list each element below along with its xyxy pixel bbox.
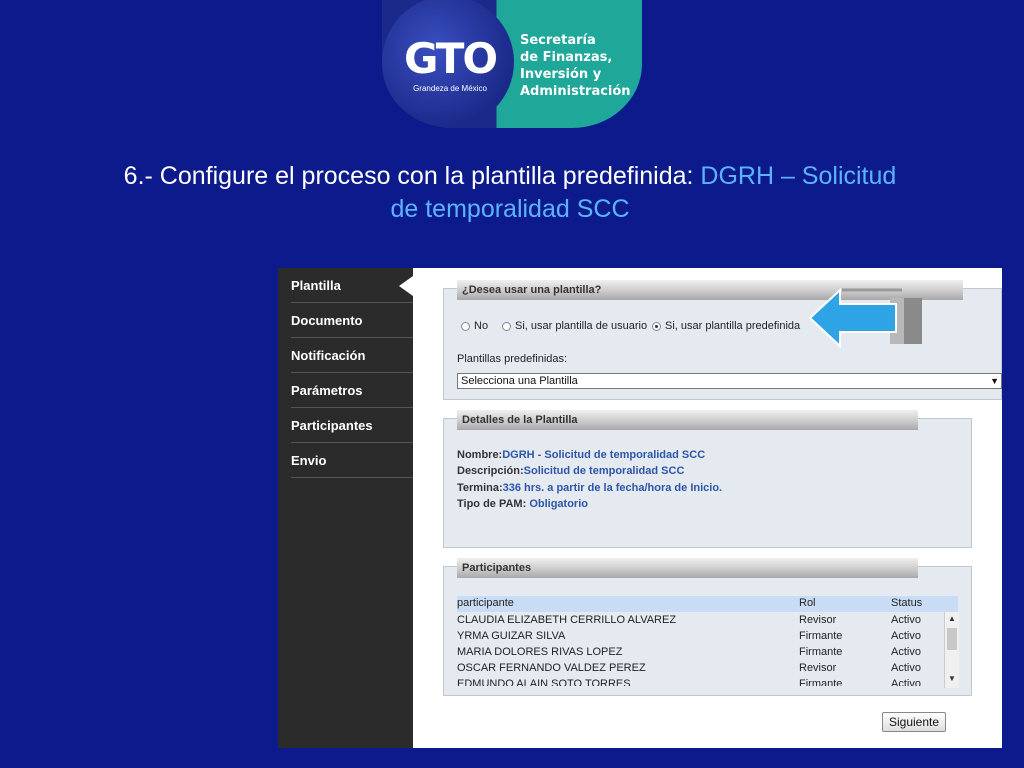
logo-org-line: Administración: [520, 84, 631, 99]
option-predefined-template[interactable]: Si, usar plantilla predefinida: [652, 320, 800, 332]
participant-role: Revisor: [799, 614, 837, 626]
left-arrow-icon: [808, 287, 922, 349]
sidebar-item-participantes[interactable]: Participantes: [291, 408, 413, 443]
detail-label: Nombre:: [457, 449, 503, 461]
sidebar-item-label: Envio: [291, 453, 327, 468]
wizard-sidebar: Plantilla Documento Notificación Parámet…: [278, 268, 413, 748]
logo-org-line: de Finanzas,: [520, 50, 613, 65]
slide-heading: 6.- Configure el proceso con la plantill…: [40, 160, 980, 226]
sidebar-item-envio[interactable]: Envio: [291, 443, 413, 478]
detail-value: Solicitud de temporalidad SCC: [523, 465, 685, 477]
logo-brand: GTO: [403, 34, 498, 83]
app-screenshot: Plantilla Documento Notificación Parámet…: [278, 268, 1002, 748]
radio-predefined-template[interactable]: [652, 321, 661, 331]
participant-role: Firmante: [799, 678, 843, 686]
participants-table-header: participante Rol Status: [457, 596, 958, 612]
table-row[interactable]: YRMA GUIZAR SILVA Firmante Activo: [457, 630, 937, 646]
table-row[interactable]: CLAUDIA ELIZABETH CERRILLO ALVAREZ Revis…: [457, 614, 937, 630]
detail-descripcion: Descripción:Solicitud de temporalidad SC…: [457, 465, 684, 477]
option-no[interactable]: No: [461, 320, 488, 332]
sidebar-item-documento[interactable]: Documento: [291, 303, 413, 338]
sidebar-item-label: Documento: [291, 313, 363, 328]
participants-scrollbar[interactable]: ▲ ▼: [944, 612, 959, 688]
scroll-up-icon[interactable]: ▲: [948, 614, 956, 623]
participant-role: Firmante: [799, 646, 843, 658]
logo-tagline: Grandeza de México: [413, 84, 487, 93]
participant-status: Activo: [891, 630, 921, 642]
detail-label: Descripción:: [457, 465, 524, 477]
participant-name: OSCAR FERNANDO VALDEZ PEREZ: [457, 662, 646, 674]
logo-org-name: Secretaría de Finanzas, Inversión y Admi…: [520, 32, 638, 100]
detail-nombre: Nombre:DGRH - Solicitud de temporalidad …: [457, 449, 705, 461]
participants-panel-title: Participantes: [457, 558, 918, 578]
sidebar-item-label: Parámetros: [291, 383, 363, 398]
select-label: Plantillas predefinidas:: [457, 353, 568, 365]
logo-org-line: Secretaría: [520, 33, 596, 48]
participant-name: MARIA DOLORES RIVAS LOPEZ: [457, 646, 623, 658]
option-user-template[interactable]: Si, usar plantilla de usuario: [502, 320, 647, 332]
radio-no[interactable]: [461, 321, 470, 331]
participant-name: YRMA GUIZAR SILVA: [457, 630, 566, 642]
participant-status: Activo: [891, 646, 921, 658]
table-row[interactable]: EDMUNDO ALAIN SOTO TORRES Firmante Activ…: [457, 678, 937, 686]
participant-name: CLAUDIA ELIZABETH CERRILLO ALVAREZ: [457, 614, 677, 626]
active-indicator: [399, 276, 413, 296]
participant-status: Activo: [891, 614, 921, 626]
sidebar-item-plantilla[interactable]: Plantilla: [291, 268, 413, 303]
detail-tipo-pam: Tipo de PAM: Obligatorio: [457, 498, 588, 510]
participant-status: Activo: [891, 662, 921, 674]
scroll-down-icon[interactable]: ▼: [948, 674, 956, 683]
participant-name: EDMUNDO ALAIN SOTO TORRES: [457, 678, 631, 686]
secretaria-logo: GTO Grandeza de México Secretaría de Fin…: [382, 0, 642, 128]
detail-label: Tipo de PAM:: [457, 498, 530, 510]
chevron-down-icon: ▼: [990, 376, 999, 386]
table-row[interactable]: OSCAR FERNANDO VALDEZ PEREZ Revisor Acti…: [457, 662, 937, 678]
heading-highlight-line2: de temporalidad SCC: [390, 195, 630, 223]
participant-role: Firmante: [799, 630, 843, 642]
sidebar-item-notificacion[interactable]: Notificación: [291, 338, 413, 373]
detail-termina: Termina:336 hrs. a partir de la fecha/ho…: [457, 482, 722, 494]
detail-value: DGRH - Solicitud de temporalidad SCC: [502, 449, 706, 461]
details-panel-title: Detalles de la Plantilla: [457, 410, 918, 430]
option-label: No: [474, 320, 489, 332]
detail-value: Obligatorio: [529, 498, 588, 510]
sidebar-item-label: Participantes: [291, 418, 373, 433]
select-value: Selecciona una Plantilla: [461, 375, 578, 387]
detail-label: Termina:: [457, 482, 503, 494]
radio-user-template[interactable]: [502, 321, 511, 331]
column-participante: participante: [457, 597, 514, 609]
option-label: Si, usar plantilla predefinida: [665, 320, 801, 332]
detail-value: 336 hrs. a partir de la fecha/hora de In…: [502, 482, 723, 494]
heading-prefix: 6.- Configure el proceso con la plantill…: [123, 162, 701, 190]
heading-highlight: DGRH – Solicitud: [700, 162, 897, 190]
option-label: Si, usar plantilla de usuario: [515, 320, 648, 332]
logo-org-line: Inversión y: [520, 67, 602, 82]
participant-role: Revisor: [799, 662, 837, 674]
predefined-template-select[interactable]: Selecciona una Plantilla ▼: [457, 373, 1002, 389]
sidebar-item-label: Plantilla: [291, 278, 341, 293]
column-status: Status: [891, 597, 923, 609]
participant-status: Activo: [891, 678, 921, 686]
next-button[interactable]: Siguiente: [882, 712, 946, 732]
participants-table-body: CLAUDIA ELIZABETH CERRILLO ALVAREZ Revis…: [457, 612, 944, 686]
scroll-thumb[interactable]: [947, 628, 957, 650]
sidebar-item-label: Notificación: [291, 348, 366, 363]
sidebar-item-parametros[interactable]: Parámetros: [291, 373, 413, 408]
column-rol: Rol: [799, 597, 816, 609]
table-row[interactable]: MARIA DOLORES RIVAS LOPEZ Firmante Activ…: [457, 646, 937, 662]
